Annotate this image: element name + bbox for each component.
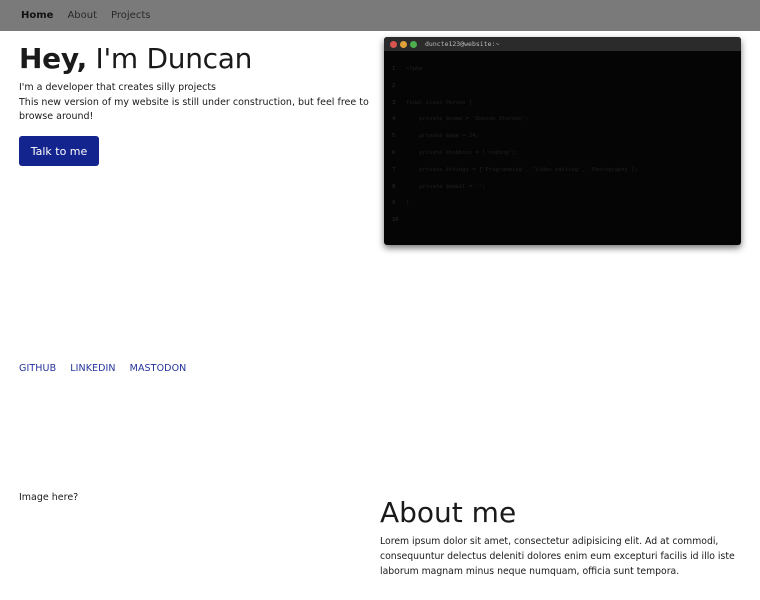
code-text: private $hobbies = ['coding']; <box>406 149 519 156</box>
linkedin-link[interactable]: LINKEDIN <box>70 363 115 374</box>
nav-projects-link[interactable]: Projects <box>111 10 150 21</box>
talk-to-me-button[interactable]: Talk to me <box>19 136 99 166</box>
line-number: 7 <box>392 166 396 173</box>
code-text: } <box>406 200 410 207</box>
social-links: GITHUB LINKEDIN MASTODON <box>19 363 200 374</box>
github-link[interactable]: GITHUB <box>19 363 56 374</box>
hero-title: Hey, I'm Duncan <box>19 42 252 75</box>
nav-about-link[interactable]: About <box>67 10 97 21</box>
line-number: 4 <box>392 116 396 123</box>
line-number: 6 <box>392 149 396 156</box>
code-text: private $age = 24; <box>406 133 479 140</box>
hero-intro-line1: I'm a developer that creates silly proje… <box>19 82 216 93</box>
minimize-dot-icon <box>400 40 407 48</box>
code-text: <?php <box>406 66 423 72</box>
hero-title-name: I'm Duncan <box>86 42 253 75</box>
hero-intro-line2: This new version of my website is still … <box>19 96 369 123</box>
maximize-dot-icon <box>410 40 417 48</box>
code-text: private $things = ['Programming', 'Video… <box>406 166 638 173</box>
line-number: 3 <box>392 99 396 106</box>
about-heading: About me <box>380 496 517 529</box>
nav-home-link[interactable]: Home <box>21 10 53 21</box>
code-line: 5 private $age = 24; <box>392 128 741 145</box>
line-number: 5 <box>392 133 396 140</box>
line-number: 1 <box>392 66 396 72</box>
code-line: 3 final class Person { <box>392 95 741 112</box>
navbar: Home About Projects <box>0 0 760 31</box>
code-text: final class Person { <box>406 99 473 106</box>
code-line: 7 private $things = ['Programming', 'Vid… <box>392 162 741 179</box>
code-line: 8 private $email = ''; <box>392 179 741 196</box>
mastodon-link[interactable]: MASTODON <box>130 363 187 374</box>
code-line: 10 <box>392 212 741 229</box>
hero-title-greeting: Hey, <box>19 42 87 75</box>
code-line: 2 <box>392 78 741 95</box>
code-line: 6 private $hobbies = ['coding']; <box>392 145 741 162</box>
line-number: 10 <box>392 217 399 224</box>
code-line: 9} <box>392 195 741 212</box>
terminal-title-bar: duncte123@website:~ <box>384 37 741 51</box>
code-area: 1 <?php 2 3 final class Person { 4 private $n… <box>384 51 741 229</box>
line-number: 8 <box>392 183 396 190</box>
code-line: 1 <?php <box>392 61 741 78</box>
hero-intro: I'm a developer that creates silly proje… <box>19 81 374 125</box>
code-text: private $email = ''; <box>406 183 486 190</box>
terminal-title: duncte123@website:~ <box>425 40 500 48</box>
close-dot-icon <box>390 40 397 48</box>
line-number: 2 <box>392 82 396 89</box>
code-text: private $name = 'Duncan Sterken'; <box>406 116 529 123</box>
code-line: 4 private $name = 'Duncan Sterken'; <box>392 111 741 128</box>
about-text: Lorem ipsum dolor sit amet, consectetur … <box>380 536 735 577</box>
line-number: 9 <box>392 200 396 207</box>
image-placeholder-text: Image here? <box>19 492 79 503</box>
code-terminal: duncte123@website:~ 1 <?php 2 3 final class … <box>384 37 741 245</box>
